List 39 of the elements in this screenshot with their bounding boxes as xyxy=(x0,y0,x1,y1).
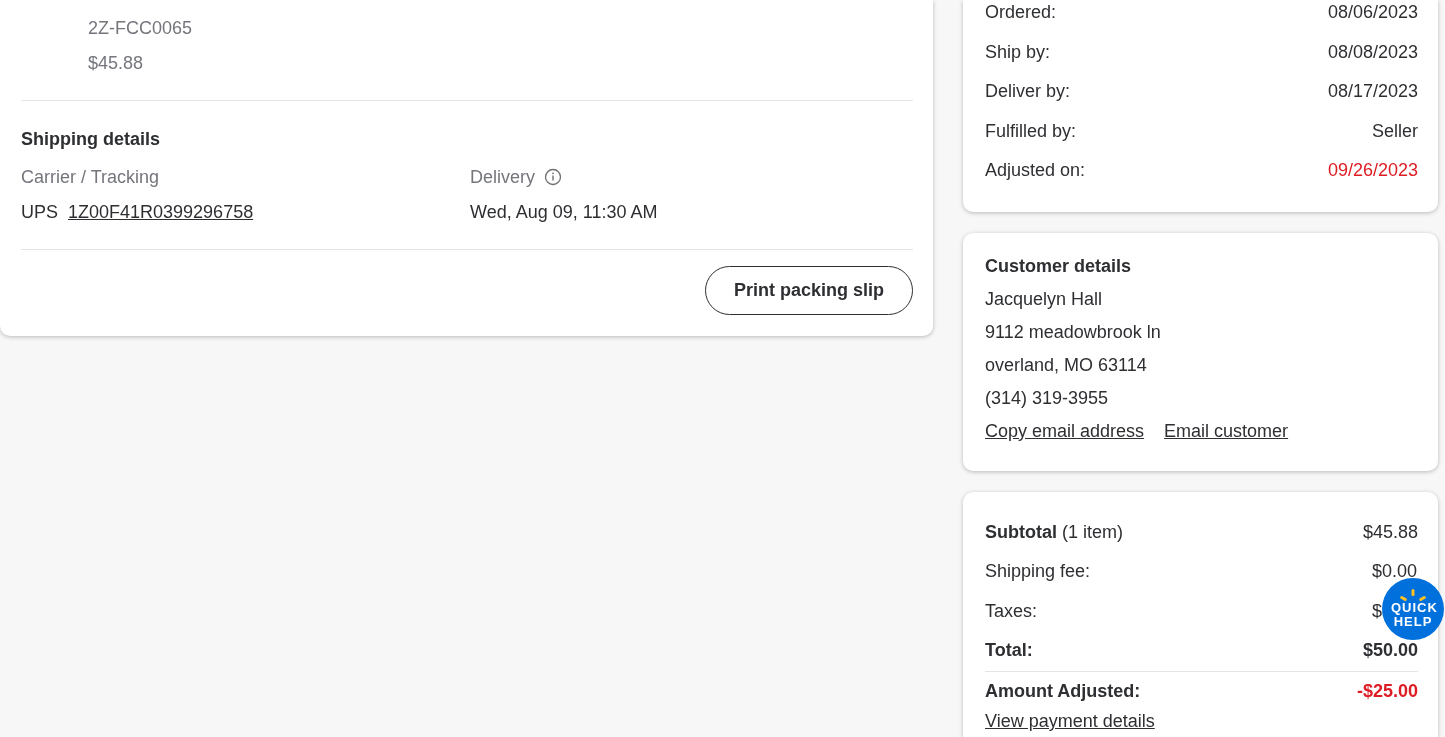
customer-link[interactable]: Email customer xyxy=(1164,420,1289,441)
customer-info: Jacquelyn Hall xyxy=(985,288,1104,309)
info-icon[interactable] xyxy=(544,168,562,186)
date-value: 09/26/2023 xyxy=(1327,160,1418,182)
date-value: 08/17/2023 xyxy=(1327,81,1418,103)
spark-icon xyxy=(1400,588,1426,601)
adjusted-value: -$25.00 xyxy=(1356,680,1418,702)
customer-link[interactable]: Copy email address xyxy=(985,420,1145,441)
date-label: Ship by: xyxy=(985,41,1051,63)
subtotal-label: Subtotal (1 item) xyxy=(985,521,1123,543)
customer-info: 9112 meadowbrook ln xyxy=(985,321,1162,342)
date-label: Deliver by: xyxy=(985,81,1071,103)
total-value: $50.00 xyxy=(1362,640,1418,662)
customer-info: (314) 319-3955 xyxy=(985,387,1110,408)
date-label: Fulfilled by: xyxy=(985,120,1077,142)
print-packing-slip-button[interactable]: Print packing slip xyxy=(704,266,913,315)
fee-label: Taxes: xyxy=(985,600,1038,622)
date-label: Adjusted on: xyxy=(985,160,1086,182)
tracking-link[interactable]: 1Z00F41R0399296758 xyxy=(68,202,254,222)
fee-label: Shipping fee: xyxy=(985,561,1091,583)
date-label: Ordered: xyxy=(985,2,1057,24)
section-title: Shipping details xyxy=(21,129,161,149)
customer-info: overland, MO 63114 xyxy=(985,354,1148,375)
item-price: $45.88 xyxy=(88,53,145,73)
date-value: 08/08/2023 xyxy=(1327,41,1418,63)
section-title: Customer details xyxy=(985,255,1133,276)
subtotal-value: $45.88 xyxy=(1362,521,1418,543)
payment-details-link[interactable]: View payment details xyxy=(985,711,1155,731)
delivery-date: Wed, Aug 09, 11:30 AM xyxy=(470,202,659,222)
fee-value: $ xyxy=(1372,600,1382,621)
carrier-name: UPS xyxy=(21,202,58,222)
adjusted-label: Amount Adjusted: xyxy=(985,680,1141,702)
field-label: Delivery xyxy=(470,167,535,187)
item-sku: 2Z-FCC0065 xyxy=(88,18,194,38)
date-value: Seller xyxy=(1371,120,1418,142)
total-label: Total: xyxy=(985,640,1033,662)
field-label: Carrier / Tracking xyxy=(21,167,161,187)
date-value: 08/06/2023 xyxy=(1327,2,1418,24)
quick-help-button[interactable]: QUICK HELP xyxy=(1382,577,1444,640)
